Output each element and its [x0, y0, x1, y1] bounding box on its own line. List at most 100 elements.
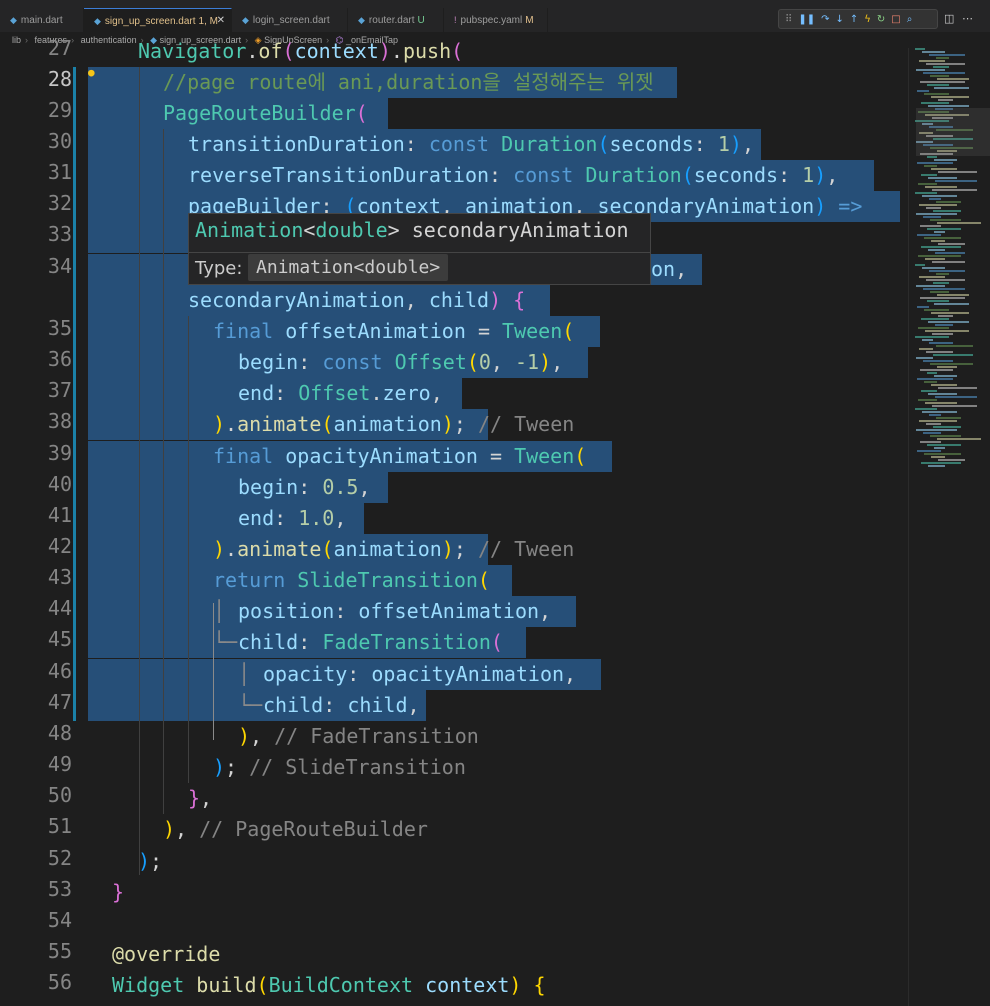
drag-handle-icon[interactable]: ⠿ [785, 14, 792, 25]
code-line[interactable]: //page route에 ani,duration을 설정해주는 위젯 [163, 67, 654, 98]
line-number: 44 [47, 596, 72, 620]
minimap-line [924, 453, 961, 455]
lightbulb-icon[interactable]: ● [88, 66, 95, 79]
tab-login-screen[interactable]: ◆ login_screen.dart [232, 8, 348, 32]
minimap-line [933, 282, 949, 284]
code-line[interactable]: @override [112, 939, 220, 970]
tab-main-dart[interactable]: ◆ main.dart [0, 8, 84, 32]
minimap-line [916, 429, 957, 431]
minimap-line [928, 465, 945, 467]
line-number: 36 [47, 347, 72, 371]
line-number: 29 [47, 98, 72, 122]
stop-icon[interactable]: □ [891, 14, 900, 25]
minimap-slider[interactable] [916, 108, 990, 156]
close-tab-icon[interactable]: ✕ [217, 9, 225, 33]
line-number: 42 [47, 534, 72, 558]
editor-tab-bar: ◆ main.dart ◆ sign_up_screen.dart 1, M ✕ ◆ l… [0, 0, 990, 32]
code-line[interactable]: on, [651, 254, 687, 285]
code-line[interactable]: final offsetAnimation = Tween( [213, 316, 574, 347]
code-line[interactable]: end: Offset.zero, [238, 378, 443, 409]
hot-reload-icon[interactable]: ϟ [864, 14, 871, 25]
minimap-line [924, 381, 937, 383]
minimap[interactable] [908, 48, 990, 1006]
code-line[interactable]: return SlideTransition( [213, 565, 490, 596]
minimap-line [920, 441, 941, 443]
line-number: 53 [47, 877, 72, 901]
more-actions-icon[interactable]: ⋯ [962, 12, 973, 25]
hover-signature: Animation<double> secondaryAnimation [195, 218, 629, 242]
code-line[interactable]: ); // SlideTransition [213, 752, 466, 783]
code-line[interactable]: PageRouteBuilder( [163, 98, 368, 129]
code-line[interactable]: }, [188, 783, 212, 814]
line-number: 56 [47, 970, 72, 994]
minimap-line [919, 276, 945, 278]
code-line[interactable]: final opacityAnimation = Tween( [213, 441, 586, 472]
code-line[interactable]: begin: 0.5, [238, 472, 370, 503]
step-out-icon[interactable]: ↑ [850, 14, 858, 25]
minimap-line [934, 447, 945, 449]
minimap-line [937, 366, 957, 368]
minimap-line [935, 180, 977, 182]
minimap-line [924, 165, 937, 167]
minimap-line [923, 72, 965, 74]
minimap-line [936, 57, 949, 59]
minimap-line [929, 342, 953, 344]
minimap-line [936, 345, 973, 347]
minimap-line [930, 219, 961, 221]
minimap-line [922, 267, 945, 269]
code-line[interactable]: child: FadeTransition( [238, 627, 503, 658]
code-line[interactable]: Widget build(BuildContext context) { [112, 970, 546, 1001]
minimap-line [933, 354, 973, 356]
tab-pubspec[interactable]: ! pubspec.yaml M [444, 8, 548, 32]
hover-type-value: Animation<double> [248, 254, 449, 281]
code-line[interactable]: end: 1.0, [238, 503, 346, 534]
tab-sign-up-screen[interactable]: ◆ sign_up_screen.dart 1, M ✕ [84, 8, 232, 32]
minimap-line [915, 336, 949, 338]
restart-icon[interactable]: ↻ [877, 14, 885, 25]
minimap-line [923, 432, 941, 434]
code-line[interactable]: } [112, 877, 124, 908]
step-into-icon[interactable]: ↓ [835, 14, 843, 25]
minimap-line [919, 60, 945, 62]
minimap-line [917, 162, 953, 164]
code-line[interactable]: secondaryAnimation, child) { [188, 285, 525, 316]
minimap-line [922, 339, 933, 341]
minimap-line [926, 207, 941, 209]
code-line[interactable]: reverseTransitionDuration: const Duratio… [188, 160, 838, 191]
minimap-line [928, 249, 945, 251]
minimap-line [928, 321, 969, 323]
code-line[interactable]: ).animate(animation); // Tween [213, 409, 574, 440]
inspect-icon[interactable]: ⌕ [907, 14, 913, 25]
code-line[interactable]: ); [138, 846, 162, 877]
code-line[interactable]: child: child, [263, 690, 420, 721]
minimap-line [922, 411, 957, 413]
code-line[interactable]: ), // FadeTransition [238, 721, 479, 752]
minimap-line [926, 279, 965, 281]
code-line[interactable]: transitionDuration: const Duration(secon… [188, 129, 754, 160]
minimap-line [927, 372, 937, 374]
line-number: 38 [47, 409, 72, 433]
minimap-line [922, 51, 945, 53]
split-editor-icon[interactable]: ◫ [944, 12, 954, 25]
minimap-line [925, 186, 957, 188]
code-line[interactable]: opacity: opacityAnimation, [263, 659, 576, 690]
minimap-line [928, 393, 957, 395]
pause-icon[interactable]: ❚❚ [798, 14, 815, 25]
minimap-line [937, 222, 981, 224]
code-line[interactable]: ).animate(animation); // Tween [213, 534, 574, 565]
code-line[interactable]: Navigator.of(context).push( [138, 36, 463, 67]
minimap-line [929, 198, 941, 200]
indent-guide [139, 67, 140, 875]
code-line[interactable]: begin: const Offset(0, -1), [238, 347, 563, 378]
line-number: 54 [47, 908, 72, 932]
line-number: 43 [47, 565, 72, 589]
code-line[interactable]: position: offsetAnimation, [238, 596, 551, 627]
step-over-icon[interactable]: ↷ [821, 14, 829, 25]
line-number: 50 [47, 783, 72, 807]
tab-router[interactable]: ◆ router.dart U [348, 8, 444, 32]
code-line[interactable]: ), // PageRouteBuilder [163, 814, 428, 845]
line-number: 46 [47, 659, 72, 683]
minimap-line [923, 360, 953, 362]
minimap-line [915, 192, 937, 194]
minimap-line [917, 378, 953, 380]
